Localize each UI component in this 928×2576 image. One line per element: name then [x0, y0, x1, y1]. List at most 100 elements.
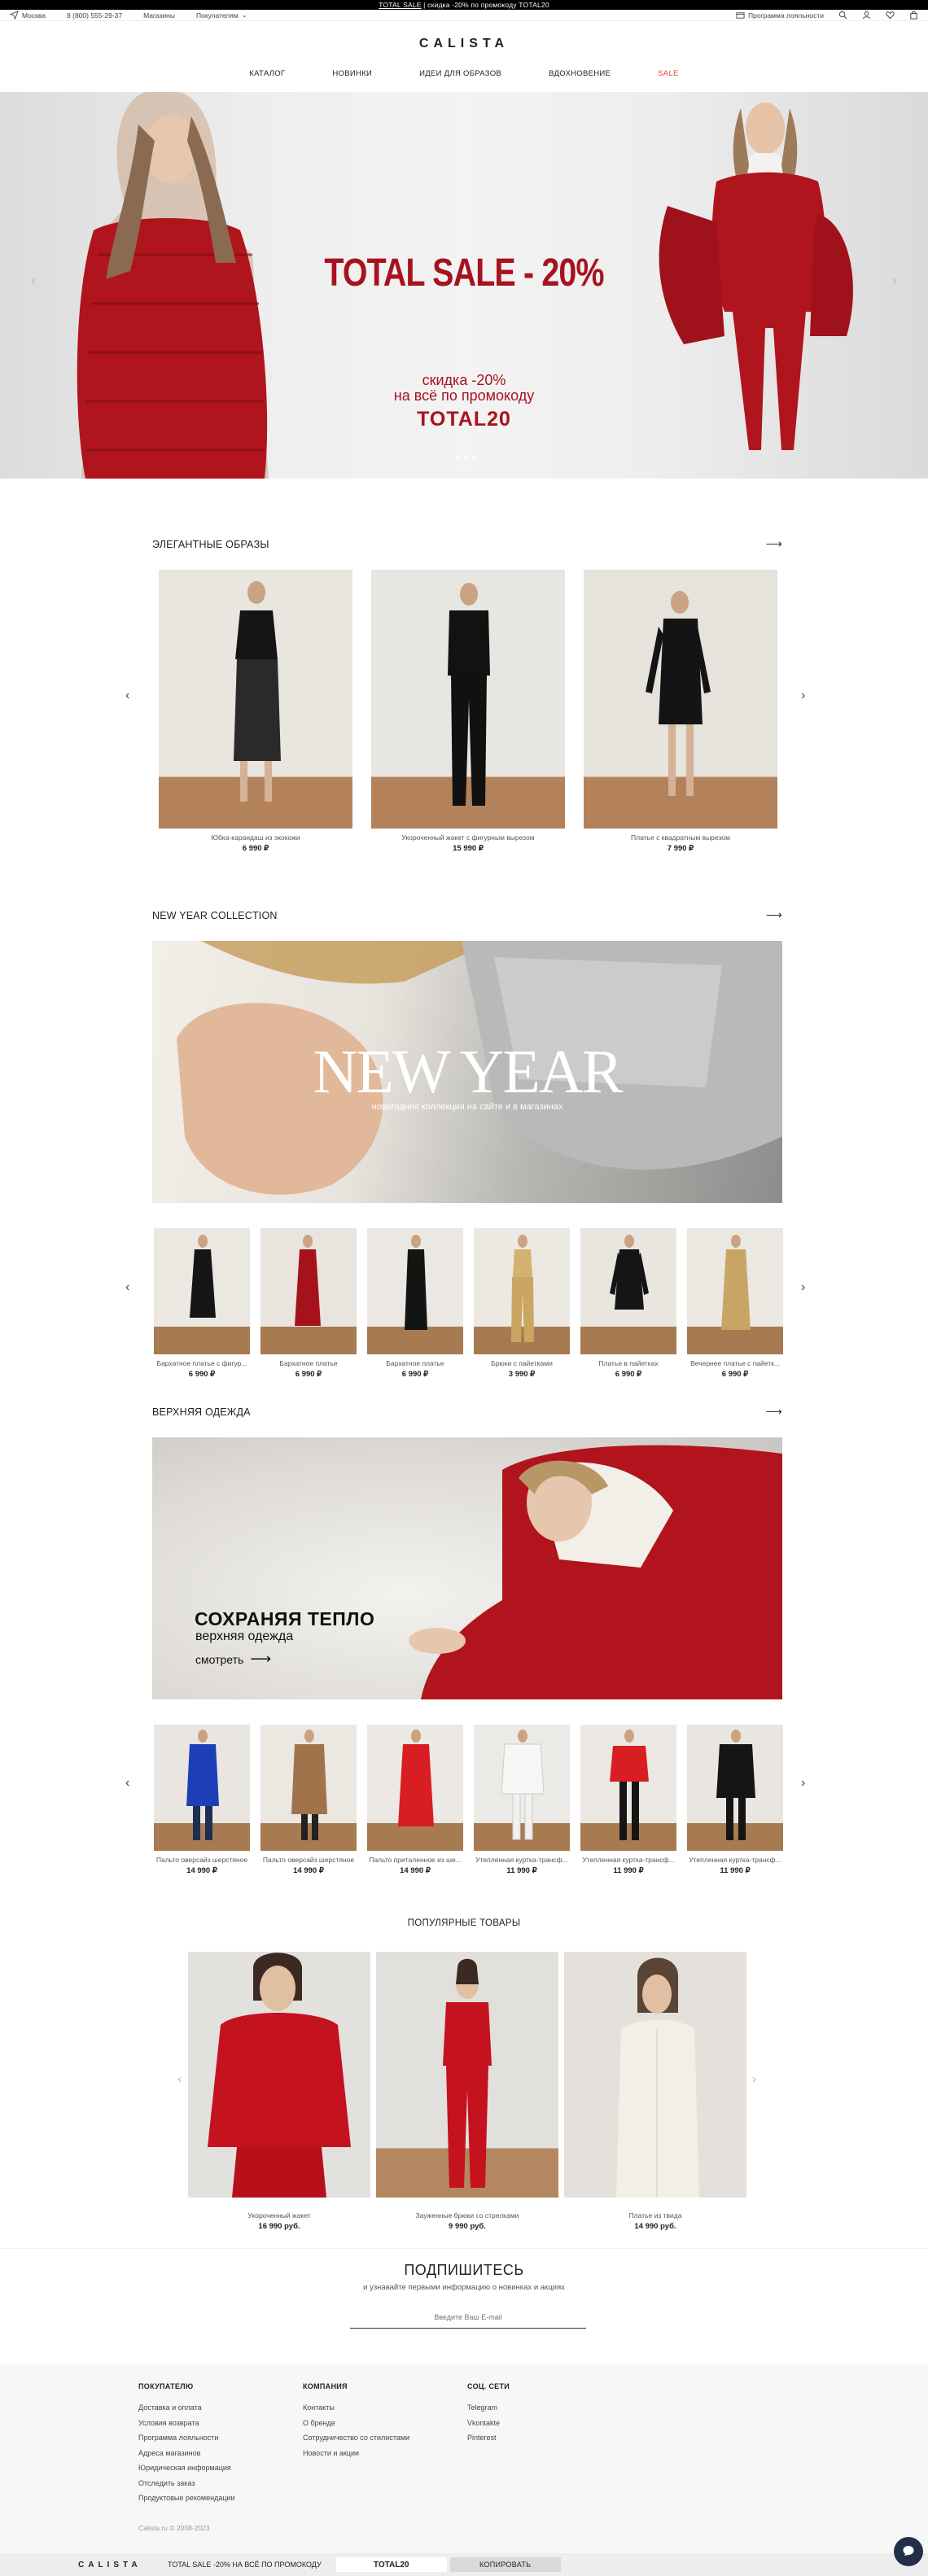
product-card[interactable]: Бархатное платье с фигур... 6 990 ₽: [154, 1228, 250, 1379]
product-name[interactable]: Утепленная куртка-трансф...: [474, 1856, 570, 1864]
phone-link[interactable]: 8 (800) 555-29-37: [67, 11, 122, 20]
product-name[interactable]: Брюки с пайетками: [474, 1359, 570, 1367]
product-card[interactable]: Утепленная куртка-трансф... 11 990 ₽: [580, 1725, 676, 1875]
nav-catalog[interactable]: КАТАЛОГ: [249, 69, 285, 78]
arrow-right-icon[interactable]: ⟶: [766, 908, 782, 922]
product-image[interactable]: [584, 570, 777, 829]
product-image[interactable]: [474, 1228, 570, 1354]
product-image[interactable]: [154, 1228, 250, 1354]
outer-banner[interactable]: СОХРАНЯЯ ТЕПЛО верхняя одежда смотреть ⟶: [152, 1437, 782, 1699]
product-card[interactable]: Пальто приталенное из ше... 14 990 ₽: [367, 1725, 463, 1875]
newyear-banner[interactable]: NEW YEAR новогодняя коллекция на сайте и…: [152, 941, 782, 1203]
elegant-title[interactable]: ЭЛЕГАНТНЫЕ ОБРАЗЫ: [152, 539, 269, 550]
product-image[interactable]: [376, 1952, 558, 2198]
product-image[interactable]: [687, 1228, 783, 1354]
nav-ideas[interactable]: ИДЕИ ДЛЯ ОБРАЗОВ: [419, 69, 501, 78]
hero-pagination[interactable]: [456, 457, 475, 460]
bag-icon[interactable]: [909, 11, 918, 20]
product-card[interactable]: Утепленная куртка-трансф... 11 990 ₽: [687, 1725, 783, 1875]
arrow-right-icon[interactable]: ⟶: [766, 537, 782, 551]
product-name[interactable]: Платье с квадратным вырезом: [584, 833, 777, 842]
footer-link[interactable]: О бренде: [303, 2416, 409, 2431]
city-selector[interactable]: Москва: [10, 11, 46, 20]
hero-prev-arrow[interactable]: ‹: [31, 273, 36, 290]
sticky-logo[interactable]: CALISTA: [78, 2561, 143, 2569]
product-card[interactable]: Утепленная куртка-трансф... 11 990 ₽: [474, 1725, 570, 1875]
footer-link[interactable]: Адреса магазинов: [138, 2446, 235, 2461]
product-card[interactable]: Укороченный жакет 16 990 руб.: [188, 1952, 370, 2231]
elegant-prev-arrow[interactable]: ‹: [125, 689, 129, 703]
product-card[interactable]: Бархатное платье 6 990 ₽: [367, 1228, 463, 1379]
newyear-prev-arrow[interactable]: ‹: [125, 1280, 129, 1295]
popular-prev-arrow[interactable]: ‹: [177, 2072, 182, 2087]
product-name[interactable]: Юбка-карандаш из экокожи: [159, 833, 352, 842]
product-image[interactable]: [687, 1725, 783, 1851]
footer-link[interactable]: Доставка и оплата: [138, 2400, 235, 2416]
product-image[interactable]: [474, 1725, 570, 1851]
product-card[interactable]: Бархатное платье 6 990 ₽: [260, 1228, 357, 1379]
product-name[interactable]: Пальто оверсайз шерстяное: [260, 1856, 357, 1864]
user-icon[interactable]: [862, 11, 871, 20]
product-image[interactable]: [580, 1228, 676, 1354]
footer-link[interactable]: Отследить заказ: [138, 2476, 235, 2491]
nav-inspiration[interactable]: ВДОХНОВЕНИЕ: [549, 69, 611, 78]
product-image[interactable]: [367, 1228, 463, 1354]
product-name[interactable]: Укороченный жакет с фигурным вырезом: [371, 833, 565, 842]
outer-prev-arrow[interactable]: ‹: [125, 1776, 129, 1791]
nav-sale[interactable]: SALE: [658, 69, 679, 78]
copy-code-button[interactable]: КОПИРОВАТЬ: [449, 2557, 561, 2572]
product-name[interactable]: Бархатное платье с фигур...: [154, 1359, 250, 1367]
product-name[interactable]: Вечернее платье с пайетк...: [687, 1359, 783, 1367]
footer-link[interactable]: Сотрудничество со стилистами: [303, 2430, 409, 2446]
product-image[interactable]: [260, 1725, 357, 1851]
product-name[interactable]: Утепленная куртка-трансф...: [687, 1856, 783, 1864]
product-name[interactable]: Укороченный жакет: [188, 2211, 370, 2220]
product-card[interactable]: Юбка-карандаш из экокожи 6 990 ₽: [159, 570, 352, 853]
footer-link[interactable]: Условия возврата: [138, 2416, 235, 2431]
product-name[interactable]: Платье из твида: [564, 2211, 746, 2220]
product-card[interactable]: Пальто оверсайз шерстяное 14 990 ₽: [154, 1725, 250, 1875]
footer-link[interactable]: Контакты: [303, 2400, 409, 2416]
outer-banner-link[interactable]: смотреть ⟶: [195, 1651, 271, 1668]
hero-next-arrow[interactable]: ›: [892, 273, 897, 290]
outer-next-arrow[interactable]: ›: [801, 1776, 805, 1791]
product-name[interactable]: Утепленная куртка-трансф...: [580, 1856, 676, 1864]
product-name[interactable]: Пальто приталенное из ше...: [367, 1856, 463, 1864]
product-card[interactable]: Платье с квадратным вырезом 7 990 ₽: [584, 570, 777, 853]
product-name[interactable]: Бархатное платье: [260, 1359, 357, 1367]
product-card[interactable]: Брюки с пайетками 3 990 ₽: [474, 1228, 570, 1379]
email-field[interactable]: [350, 2306, 586, 2329]
footer-link[interactable]: Продуктовые рекомендации: [138, 2491, 235, 2506]
footer-link[interactable]: Pinterest: [467, 2430, 510, 2446]
product-card[interactable]: Платье из твида 14 990 руб.: [564, 1952, 746, 2231]
newyear-title[interactable]: NEW YEAR COLLECTION: [152, 910, 278, 921]
product-image[interactable]: [367, 1725, 463, 1851]
product-name[interactable]: Платье в пайетках: [580, 1359, 676, 1367]
chat-button[interactable]: [894, 2537, 923, 2566]
newyear-next-arrow[interactable]: ›: [801, 1280, 805, 1295]
product-card[interactable]: Пальто оверсайз шерстяное 14 990 ₽: [260, 1725, 357, 1875]
heart-icon[interactable]: [886, 11, 895, 20]
footer-link[interactable]: Telegram: [467, 2400, 510, 2416]
product-image[interactable]: [154, 1725, 250, 1851]
arrow-right-icon[interactable]: ⟶: [766, 1405, 782, 1419]
product-name[interactable]: Бархатное платье: [367, 1359, 463, 1367]
product-image[interactable]: [564, 1952, 746, 2198]
footer-link[interactable]: Программа лояльности: [138, 2430, 235, 2446]
product-image[interactable]: [260, 1228, 357, 1354]
popular-next-arrow[interactable]: ›: [752, 2072, 756, 2087]
product-image[interactable]: [371, 570, 565, 829]
outer-title[interactable]: ВЕРХНЯЯ ОДЕЖДА: [152, 1406, 251, 1418]
site-logo[interactable]: CALISTA: [0, 37, 928, 51]
product-card[interactable]: Вечернее платье с пайетк... 6 990 ₽: [687, 1228, 783, 1379]
search-icon[interactable]: [838, 11, 847, 20]
product-name[interactable]: Зауженные брюки со стрелками: [376, 2211, 558, 2220]
product-name[interactable]: Пальто оверсайз шерстяное: [154, 1856, 250, 1864]
footer-link[interactable]: Юридическая информация: [138, 2460, 235, 2476]
elegant-next-arrow[interactable]: ›: [801, 689, 805, 703]
product-card[interactable]: Укороченный жакет с фигурным вырезом 15 …: [371, 570, 565, 853]
product-image[interactable]: [580, 1725, 676, 1851]
product-image[interactable]: [159, 570, 352, 829]
loyalty-link[interactable]: Программа лояльности: [736, 11, 824, 20]
promo-bar[interactable]: TOTAL SALE | скидка -20% по промокоду TO…: [0, 0, 928, 10]
